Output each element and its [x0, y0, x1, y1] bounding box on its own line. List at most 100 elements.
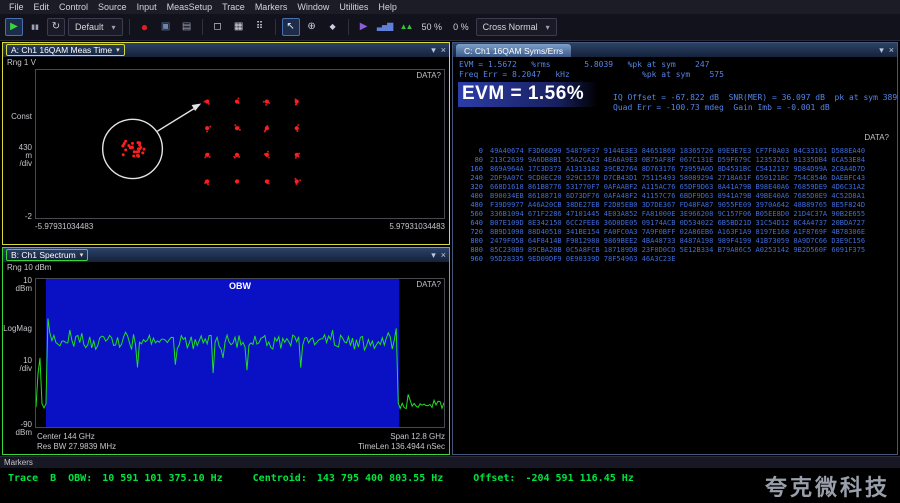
- panel-b-titlebar[interactable]: B: Ch1 Spectrum ▾ ▾ ×: [3, 248, 449, 262]
- record-button[interactable]: ●: [136, 18, 154, 36]
- panel-a-title-label: A: Ch1 16QAM Meas Time: [11, 45, 112, 55]
- capture-icon[interactable]: ▣: [157, 18, 175, 36]
- symbol-table-row: 960 95D28335 9ED09DF9 0E90339D 78F54963 …: [457, 255, 895, 264]
- menu-bar: File Edit Control Source Input MeasSetup…: [0, 0, 900, 14]
- panel-menu-icon[interactable]: ▾: [431, 250, 436, 261]
- symbol-row-index: 0: [457, 147, 483, 156]
- symbol-row-index: 480: [457, 201, 483, 210]
- panel-b-title-label: B: Ch1 Spectrum: [11, 250, 76, 260]
- menu-item-markers[interactable]: Markers: [250, 1, 293, 13]
- source-play-icon[interactable]: ▶: [355, 18, 373, 36]
- symbol-hex-table: 0 49A40674 F3D66D99 54879F37 9144E3E3 84…: [457, 147, 895, 264]
- mountains-icon[interactable]: ▲▲: [397, 18, 415, 36]
- obw-measurement-label: OBW: [36, 281, 444, 291]
- preset-dropdown-label: Default: [75, 22, 104, 32]
- pause-button[interactable]: ▮▮: [26, 18, 44, 36]
- menu-item-control[interactable]: Control: [54, 1, 93, 13]
- close-icon[interactable]: ×: [441, 250, 446, 260]
- symbol-table-row: 320 668D1618 861B8776 531770F7 0AFAABF2 …: [457, 183, 895, 192]
- menu-item-meassetup[interactable]: MeasSetup: [162, 1, 218, 13]
- toolbar-separator: [202, 19, 203, 35]
- levels-icon[interactable]: ▃▅▇: [376, 18, 394, 36]
- menu-item-utilities[interactable]: Utilities: [334, 1, 373, 13]
- close-icon[interactable]: ×: [889, 45, 894, 55]
- preset-dropdown[interactable]: Default ▾: [68, 18, 123, 36]
- symbol-row-hex: 2DF9A07C 9CD0EC20 929C1578 D7CB43D1 7511…: [490, 174, 865, 183]
- layout-grid-icon[interactable]: ▦: [230, 18, 248, 36]
- panel-menu-icon[interactable]: ▾: [431, 45, 436, 56]
- layout-single-icon[interactable]: ◻: [209, 18, 227, 36]
- print-icon[interactable]: ▤: [178, 18, 196, 36]
- panel-meas-time: A: Ch1 16QAM Meas Time ▾ ▾ × Rng 1 V Con…: [2, 42, 450, 245]
- cross-mode-dropdown[interactable]: Cross Normal ▾: [476, 18, 557, 36]
- symbol-table-row: 80 213C2639 9A6DB8B1 55A2CA23 4EA6A9E3 0…: [457, 156, 895, 165]
- y-axis-format-label: LogMag: [3, 324, 32, 333]
- symbol-row-hex: 2479F058 64F8414B F9812980 9869BEE2 4BA4…: [490, 237, 865, 246]
- marker-centroid-label: Centroid:: [253, 473, 307, 484]
- play-button[interactable]: ▶: [5, 18, 23, 36]
- marker-trace-label: Trace: [8, 473, 38, 484]
- chevron-down-icon: ▾: [116, 46, 120, 54]
- marker-trace-id: B: [50, 473, 56, 484]
- panel-b-title[interactable]: B: Ch1 Spectrum ▾: [6, 249, 88, 261]
- menu-item-window[interactable]: Window: [292, 1, 334, 13]
- symbol-row-hex: F39D9977 A46A20CB 38DE27EB F2D85EB0 3D7D…: [490, 201, 865, 210]
- menu-item-file[interactable]: File: [4, 1, 29, 13]
- symbol-row-hex: 85C230B9 89CBA20B 0C5A8FCB 187189D8 23F0…: [490, 246, 865, 255]
- y-scale-per-div: /div: [3, 159, 32, 168]
- panel-c-titlebar[interactable]: C: Ch1 16QAM Syms/Errs ▾ ×: [453, 43, 897, 57]
- pointer-tool-button[interactable]: ↖: [282, 18, 300, 36]
- layout-dots-icon[interactable]: ⠿: [251, 18, 269, 36]
- close-icon[interactable]: ×: [441, 45, 446, 55]
- chevron-down-icon: ▾: [112, 23, 116, 32]
- data-flag: DATA?: [416, 71, 441, 80]
- marker-centroid-value: 143 795 400 803.55 Hz: [317, 473, 443, 484]
- symbol-table-row: 400 B90034EB 86188710 6D73DF76 0AFA48F2 …: [457, 192, 895, 201]
- marker-offset-label: Offset:: [473, 473, 515, 484]
- panel-c-content: EVM = 1.5672 %rms 5.8039 %pk at sym 247 …: [453, 57, 897, 454]
- panel-a-title[interactable]: A: Ch1 16QAM Meas Time ▾: [6, 44, 125, 56]
- range-label: Rng 10 dBm: [7, 263, 51, 272]
- symbol-row-index: 80: [457, 156, 483, 165]
- zoom-tool-button[interactable]: ⊕: [303, 18, 321, 36]
- marker-offset-value: -204 591 116.45 Hz: [525, 473, 633, 484]
- menu-item-input[interactable]: Input: [132, 1, 162, 13]
- menu-item-help[interactable]: Help: [373, 1, 402, 13]
- data-flag: DATA?: [864, 133, 889, 142]
- marker-readout-line: Trace B OBW: 10 591 101 375.10 Hz Centro…: [8, 473, 634, 484]
- constellation-plot[interactable]: DATA?: [35, 69, 445, 219]
- menu-item-trace[interactable]: Trace: [217, 1, 250, 13]
- menu-item-edit[interactable]: Edit: [29, 1, 55, 13]
- symbol-row-hex: 668D1618 861B8776 531770F7 0AFAABF2 A115…: [490, 183, 865, 192]
- symbol-row-index: 720: [457, 228, 483, 237]
- symbol-row-index: 160: [457, 165, 483, 174]
- symbol-table-row: 240 2DF9A07C 9CD0EC20 929C1578 D7CB43D1 …: [457, 174, 895, 183]
- symbol-table-row: 0 49A40674 F3D66D99 54879F37 9144E3E3 84…: [457, 147, 895, 156]
- panel-b-content: Rng 10 dBm 10 dBm LogMag 10 /div -90 dBm…: [3, 262, 449, 454]
- panel-c-title[interactable]: C: Ch1 16QAM Syms/Errs: [456, 44, 571, 57]
- symbol-table-row: 640 B07E109D 8E342150 6CC2FEE6 36D0DE05 …: [457, 219, 895, 228]
- spectrum-graphic: [36, 279, 444, 427]
- vsa-application-window: File Edit Control Source Input MeasSetup…: [0, 0, 900, 503]
- symbol-table-row: 880 85C230B9 89CBA20B 0C5A8FCB 187189D8 …: [457, 246, 895, 255]
- symbol-row-hex: 213C2639 9A6DB8B1 55A2CA23 4EA6A9E3 0B75…: [490, 156, 865, 165]
- symbol-row-index: 960: [457, 255, 483, 264]
- symbol-table-row: 560 336B1094 671F2286 47101445 4E03A852 …: [457, 210, 895, 219]
- marker-obw-value: 10 591 101 375.10 Hz: [102, 473, 222, 484]
- spectrum-plot[interactable]: OBW DATA?: [35, 278, 445, 428]
- panel-syms-errs: C: Ch1 16QAM Syms/Errs ▾ × EVM = 1.5672 …: [452, 42, 898, 455]
- y-scale-per-div: /div: [3, 364, 32, 373]
- y-axis-format-label: Const: [3, 112, 32, 121]
- marker-tool-button[interactable]: ◆: [324, 18, 342, 36]
- time-length-label: TimeLen 136.4944 nSec: [358, 442, 445, 451]
- restart-button[interactable]: ↻: [47, 18, 65, 36]
- markers-section-header[interactable]: Markers: [0, 456, 900, 468]
- symbol-row-hex: 8B9D1098 88D40510 341BE154 FA0FC0A3 7A9F…: [490, 228, 865, 237]
- toolbar-separator: [129, 19, 130, 35]
- panel-menu-icon[interactable]: ▾: [879, 45, 884, 56]
- evm-stats-line-2: Freq Err = 8.2047 kHz %pk at sym 575: [459, 70, 724, 79]
- evm-stats-line-4: Quad Err = -100.73 mdeg Gain Imb = -0.00…: [613, 103, 830, 112]
- toolbar-separator: [275, 19, 276, 35]
- menu-item-source[interactable]: Source: [93, 1, 132, 13]
- panel-a-titlebar[interactable]: A: Ch1 16QAM Meas Time ▾ ▾ ×: [3, 43, 449, 57]
